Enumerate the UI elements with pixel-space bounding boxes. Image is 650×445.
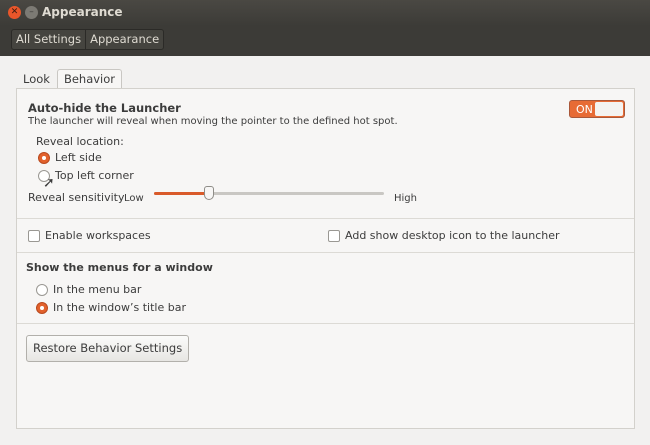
radio-title-bar[interactable] (36, 302, 48, 314)
menu-bar-label[interactable]: In the menu bar (53, 283, 141, 296)
desktop-icon-label[interactable]: Add show desktop icon to the launcher (345, 229, 560, 242)
reveal-sensitivity-label: Reveal sensitivity (28, 191, 125, 204)
title-bar: ✕ – Appearance (0, 0, 650, 26)
autohide-toggle[interactable]: ON (569, 100, 625, 118)
divider (17, 252, 634, 253)
sensitivity-slider[interactable] (154, 186, 384, 200)
top-left-corner-label[interactable]: Top left corner (55, 169, 134, 182)
restore-behavior-button[interactable]: Restore Behavior Settings (26, 335, 190, 362)
reveal-location-label: Reveal location: (36, 135, 124, 148)
toggle-knob (595, 102, 623, 116)
menus-title: Show the menus for a window (26, 261, 213, 274)
high-label: High (394, 193, 417, 204)
autohide-title: Auto-hide the Launcher (28, 101, 181, 115)
window-title: Appearance (42, 5, 123, 19)
divider (17, 323, 634, 324)
tab-look[interactable]: Look (16, 69, 57, 89)
mouse-cursor-icon: ➚ (43, 175, 55, 191)
tab-bar: Look Behavior (16, 69, 123, 89)
left-side-label[interactable]: Left side (55, 151, 102, 164)
toolbar: All Settings Appearance (0, 26, 650, 56)
radio-menu-bar[interactable] (36, 284, 48, 296)
behavior-panel: Auto-hide the Launcher The launcher will… (16, 88, 635, 429)
title-bar-label[interactable]: In the window’s title bar (53, 301, 186, 314)
breadcrumb-all-settings[interactable]: All Settings (12, 30, 85, 49)
radio-left-side[interactable] (38, 152, 50, 164)
toggle-label: ON (576, 103, 593, 116)
slider-fill (154, 192, 210, 195)
close-button[interactable]: ✕ (8, 6, 21, 19)
breadcrumb: All Settings Appearance (11, 29, 165, 50)
breadcrumb-appearance[interactable]: Appearance (85, 30, 163, 49)
autohide-description: The launcher will reveal when moving the… (28, 116, 398, 127)
slider-thumb[interactable] (204, 186, 215, 200)
enable-workspaces-checkbox[interactable] (28, 230, 40, 242)
tab-behavior[interactable]: Behavior (56, 69, 123, 89)
minimize-button[interactable]: – (25, 6, 38, 19)
low-label: Low (124, 193, 144, 204)
enable-workspaces-label[interactable]: Enable workspaces (45, 229, 151, 242)
desktop-icon-checkbox[interactable] (328, 230, 340, 242)
divider (17, 218, 634, 219)
